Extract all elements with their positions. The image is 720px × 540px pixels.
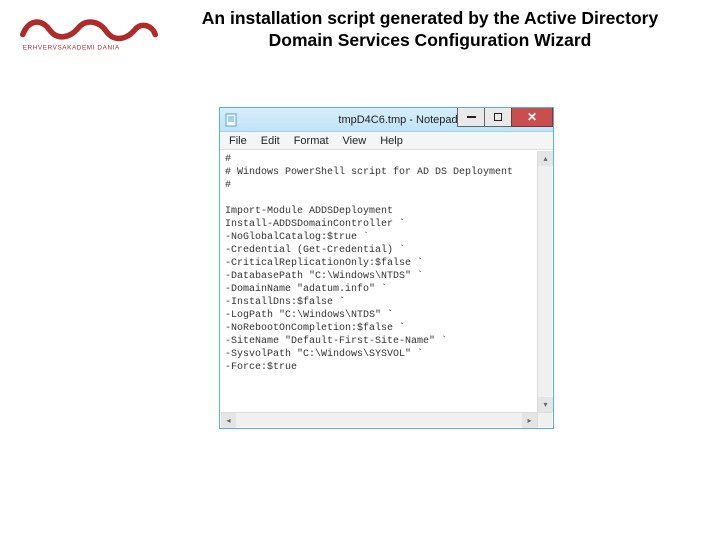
menu-help[interactable]: Help <box>373 134 410 148</box>
scroll-left-button[interactable]: ◂ <box>221 413 236 428</box>
menu-view[interactable]: View <box>336 134 374 148</box>
vertical-scrollbar[interactable]: ▴ ▾ <box>537 151 552 412</box>
menu-bar: File Edit Format View Help <box>220 132 553 150</box>
chevron-up-icon: ▴ <box>543 154 547 163</box>
editor-content[interactable]: # # Windows PowerShell script for AD DS … <box>221 151 552 412</box>
chevron-right-icon: ▸ <box>527 416 531 425</box>
scroll-up-button[interactable]: ▴ <box>538 151 553 166</box>
horizontal-scrollbar[interactable]: ◂ ▸ <box>221 412 537 427</box>
menu-file[interactable]: File <box>222 134 254 148</box>
maximize-icon <box>494 113 502 121</box>
menu-format[interactable]: Format <box>287 134 336 148</box>
window-titlebar[interactable]: tmpD4C6.tmp - Notepad ✕ <box>220 108 553 132</box>
maximize-button[interactable] <box>484 108 512 127</box>
brand-logo: ERHVERVSAKADEMI DANIA <box>18 14 160 52</box>
scrollbar-corner <box>537 412 552 427</box>
notepad-window: tmpD4C6.tmp - Notepad ✕ File Edit Format… <box>219 107 554 429</box>
scroll-down-button[interactable]: ▾ <box>538 397 553 412</box>
minimize-button[interactable] <box>457 108 485 127</box>
close-button[interactable]: ✕ <box>511 108 553 127</box>
chevron-down-icon: ▾ <box>543 400 547 409</box>
close-icon: ✕ <box>527 111 537 123</box>
brand-subtext: ERHVERVSAKADEMI DANIA <box>23 45 120 52</box>
notepad-icon <box>224 113 238 127</box>
window-title: tmpD4C6.tmp - Notepad <box>338 114 457 126</box>
menu-edit[interactable]: Edit <box>254 134 287 148</box>
slide-title: An installation script generated by the … <box>170 8 690 52</box>
scroll-right-button[interactable]: ▸ <box>522 413 537 428</box>
minimize-icon <box>467 116 476 118</box>
chevron-left-icon: ◂ <box>226 416 230 425</box>
